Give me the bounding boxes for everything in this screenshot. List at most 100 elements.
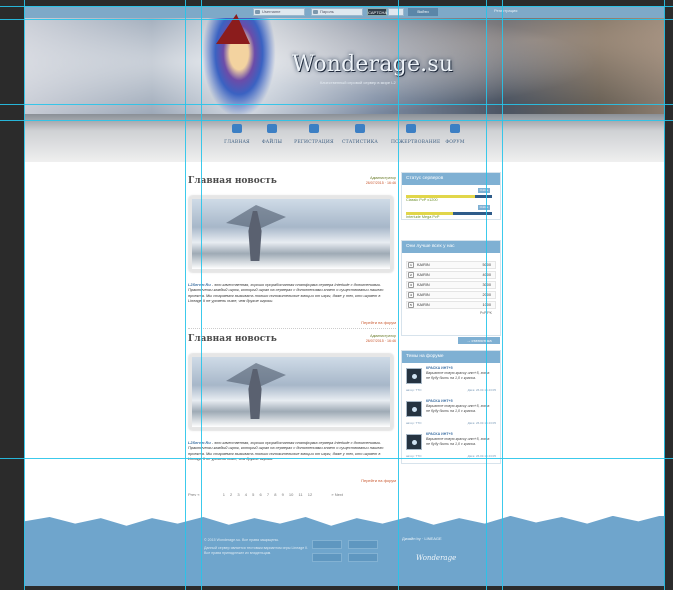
post-image [189,196,393,272]
forum-topic[interactable]: КРАСКА ИНТ+5 Варианте новую краску инт+5… [406,366,496,396]
captcha-image: CAPTCHA [367,8,388,16]
server-load-bar [406,195,492,198]
post-meta: Администратор 26/07/2015 · 16:46 [366,334,396,344]
server-name: Classic PvP x1200 [406,198,438,202]
topic-avatar [406,368,422,384]
post-meta: Администратор 26/07/2015 · 16:46 [366,176,396,186]
guide-horizontal [0,458,673,459]
forum-topic[interactable]: КРАСКА ИНТ+5 Варианте новую краску инт+5… [406,399,496,429]
footer-counter-2[interactable] [348,540,378,549]
forum-icon [450,124,460,133]
news-post: Главная новость Администратор 26/07/2015… [188,334,396,484]
topic-date: Дата: 26.03.15 23:05 [467,388,496,392]
post-body: L2Server.Ru - это качественная, хорошо п… [188,282,384,304]
pager-page[interactable]: 5 [252,492,254,497]
footer-counter-1[interactable] [312,540,342,549]
nav-item-registration[interactable]: РЕГИСТРАЦИЯ [294,124,334,145]
header-banner: Wonderage.su Качественный игровой сервер… [24,14,664,128]
register-link[interactable]: Регистрация [494,8,517,13]
topic-avatar [406,434,422,450]
guide-vertical [664,0,665,590]
server-load-bar [406,212,492,215]
guide-vertical [201,0,202,590]
topic-title[interactable]: КРАСКА ИНТ+5 [426,399,453,403]
guide-horizontal [0,6,673,7]
player-name[interactable]: KAIRIN [417,262,430,268]
topic-excerpt: Варианте новую краску инт+5, хота не буд… [426,437,490,446]
pager-prev[interactable]: Prev « [188,492,200,497]
ranking-row: 5 KAIRIN 1000 [406,301,496,309]
nav-item-files[interactable]: ФАЙЛЫ [252,124,292,145]
guide-vertical [24,0,25,590]
footer [24,516,664,586]
server-name: Interlude Mega PvP [406,215,440,219]
main-nav: ГЛАВНАЯ ФАЙЛЫ РЕГИСТРАЦИЯ СТАТИСТИКА ПОЖ… [220,124,470,150]
username-field[interactable]: Username [253,8,305,16]
site-slogan: Качественный игровой сервер в мире L2 [320,80,396,85]
post-title[interactable]: Главная новость [188,334,396,344]
footer-dev-credit[interactable]: Дизайн by · LINEAGE [402,536,442,541]
site-logo[interactable]: Wonderage.su [292,52,453,77]
news-post: Главная новость Администратор 26/07/2015… [188,176,396,326]
footer-copyright: © 2015 Wonderage.su. Все права защищены.… [204,538,309,555]
login-bar: Username Пароль CAPTCHA Войти Регистраци… [24,6,664,18]
topic-date: Дата: 26.03.15 23:05 [467,421,496,425]
player-name[interactable]: KAIRIN [417,282,430,288]
ranking-row: 3 KAIRIN 3000 [406,281,496,289]
guide-horizontal [0,120,673,121]
pager-page[interactable]: 4 [245,492,247,497]
pager-page[interactable]: 10 [289,492,293,497]
nav-item-forum[interactable]: ФОРУМ [435,124,475,145]
site-mockup: Username Пароль CAPTCHA Войти Регистраци… [24,6,664,586]
pagination: Prev « 1 2 3 4 5 6 7 8 9 10 11 12 » Next [188,492,396,497]
nav-item-statistics[interactable]: СТАТИСТИКА [340,124,380,145]
topic-excerpt: Варианте новую краску инт+5, хота не буд… [426,371,490,380]
post-divider [188,328,396,329]
guide-horizontal [0,104,673,105]
login-button[interactable]: Войти [408,8,438,16]
topic-author: автор: TTO [406,421,422,425]
read-more-link[interactable]: Перейти на форум [361,478,396,483]
user-icon [255,10,260,14]
captcha-field[interactable] [388,8,404,16]
server-status-badge: Online [478,188,490,193]
pager-next[interactable]: » Next [331,492,343,497]
topic-excerpt: Варианте новую краску инт+5, хота не буд… [426,404,490,413]
all-stats-button[interactable]: → статистика [458,337,500,344]
ranking-row: 4 KAIRIN 2000 [406,291,496,299]
guide-vertical [185,0,186,590]
lock-icon [313,10,318,14]
post-image [189,354,393,430]
topic-title[interactable]: КРАСКА ИНТ+5 [426,432,453,436]
chart-icon [355,124,365,133]
nav-item-donate[interactable]: ПОЖЕРТВОВАНИЕ [391,124,440,145]
server-status-badge: Online [478,205,490,210]
pager-page[interactable]: 9 [282,492,284,497]
pager-page[interactable]: 6 [259,492,261,497]
read-more-link[interactable]: Перейти на форум [361,320,396,325]
pager-page[interactable]: 1 [223,492,225,497]
server-row: Interlude Mega PvP Online [406,205,496,219]
pager-page[interactable]: 2 [230,492,232,497]
nav-item-home[interactable]: ГЛАВНАЯ [217,124,257,145]
topic-author: автор: TTO [406,388,422,392]
pager-page[interactable]: 8 [274,492,276,497]
player-name[interactable]: KAIRIN [417,272,430,278]
player-name[interactable]: KAIRIN [417,292,430,298]
pager-page[interactable]: 3 [237,492,239,497]
files-icon [267,124,277,133]
footer-counter-4[interactable] [348,553,378,562]
footer-counter-3[interactable] [312,553,342,562]
topic-title[interactable]: КРАСКА ИНТ+5 [426,366,453,370]
pager-page[interactable]: 7 [267,492,269,497]
guide-horizontal [0,19,673,20]
post-title[interactable]: Главная новость [188,176,396,186]
user-icon [309,124,319,133]
guide-vertical [502,0,503,590]
password-field[interactable]: Пароль [311,8,363,16]
pager-page[interactable]: 12 [308,492,312,497]
ranking-row: 1 KAIRIN 5000 [406,261,496,269]
player-name[interactable]: KAIRIN [417,302,430,308]
donate-icon [406,124,416,133]
pager-page[interactable]: 11 [299,492,303,497]
